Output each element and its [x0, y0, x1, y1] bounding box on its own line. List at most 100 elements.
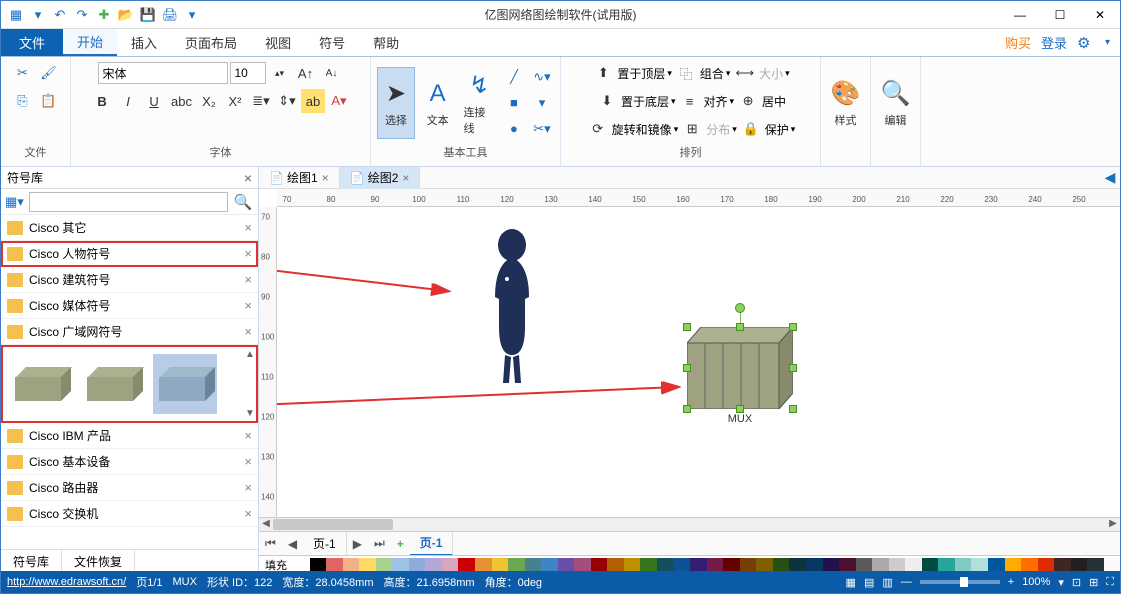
highlight-icon[interactable]: ab	[301, 89, 325, 113]
lib-close-icon[interactable]: ×	[244, 454, 252, 469]
status-url[interactable]: http://www.edrawsoft.cn/	[7, 576, 126, 588]
lib-close-icon[interactable]: ×	[244, 506, 252, 521]
superscript-icon[interactable]: X²	[223, 89, 247, 113]
bring-front-label[interactable]: 置于顶层	[617, 65, 665, 82]
color-swatch[interactable]	[1104, 558, 1121, 572]
settings-dropdown-icon[interactable]: ▾	[1105, 37, 1110, 48]
style-button[interactable]: 🎨 样式	[827, 67, 864, 139]
horizontal-scrollbar[interactable]: ◀ ▶	[259, 517, 1120, 531]
color-swatch[interactable]	[359, 558, 376, 572]
lib-shape-box2[interactable]	[81, 354, 145, 414]
settings-gear-icon[interactable]: ⚙	[1077, 34, 1095, 52]
rect-shape-icon[interactable]: ■	[502, 91, 526, 115]
zoom-dropdown-icon[interactable]: ▾	[1058, 576, 1064, 589]
sel-handle-s[interactable]	[736, 405, 744, 413]
search-input[interactable]	[29, 192, 228, 212]
protect-icon[interactable]: 🔒	[739, 117, 763, 141]
edit-button[interactable]: 🔍 编辑	[877, 67, 914, 139]
center-label[interactable]: 居中	[762, 93, 786, 110]
align-icon[interactable]: ≡	[677, 89, 701, 113]
color-swatch[interactable]	[1021, 558, 1038, 572]
add-page-icon[interactable]: +	[391, 537, 410, 551]
tab-symbol[interactable]: 符号	[305, 29, 359, 56]
sel-handle-e[interactable]	[789, 364, 797, 372]
distribute-icon[interactable]: ⊞	[680, 117, 704, 141]
doc-tab-1[interactable]: 📄绘图1×	[259, 167, 340, 189]
align-label[interactable]: 对齐	[703, 93, 727, 110]
font-size-stepper[interactable]: ▴▾	[268, 61, 292, 85]
color-swatch[interactable]	[723, 558, 740, 572]
drawing-canvas[interactable]: MUX	[277, 207, 1120, 517]
color-swatch[interactable]	[409, 558, 426, 572]
login-link[interactable]: 登录	[1041, 33, 1067, 52]
group-label[interactable]: 组合	[700, 65, 724, 82]
tab-insert[interactable]: 插入	[117, 29, 171, 56]
color-swatch[interactable]	[343, 558, 360, 572]
new-icon[interactable]: ✚	[95, 6, 113, 24]
rect-dropdown-icon[interactable]: ▾	[530, 91, 554, 115]
sel-handle-ne[interactable]	[789, 323, 797, 331]
color-swatch[interactable]	[492, 558, 509, 572]
scroll-up-icon[interactable]: ▲	[244, 349, 256, 360]
sel-handle-se[interactable]	[789, 405, 797, 413]
lib-item-cisco-people[interactable]: Cisco 人物符号×	[1, 241, 258, 267]
rotation-handle[interactable]	[735, 303, 745, 313]
rotate-icon[interactable]: ⟳	[586, 117, 610, 141]
view-mode-2-icon[interactable]: ▤	[864, 576, 874, 589]
underline-button[interactable]: U	[142, 89, 166, 113]
ellipse-shape-icon[interactable]: ●	[502, 117, 526, 141]
fullscreen-icon[interactable]: ⛶	[1106, 576, 1114, 589]
color-swatch[interactable]	[823, 558, 840, 572]
sel-handle-w[interactable]	[683, 364, 691, 372]
canvas-shape-woman[interactable]	[477, 227, 547, 387]
color-swatch[interactable]	[574, 558, 591, 572]
rotate-label[interactable]: 旋转和镜像	[612, 121, 672, 138]
sidebar-tab-recovery[interactable]: 文件恢复	[62, 550, 135, 573]
color-swatch[interactable]	[1005, 558, 1022, 572]
color-swatch[interactable]	[607, 558, 624, 572]
color-swatch[interactable]	[971, 558, 988, 572]
canvas-shape-mux-selected[interactable]: MUX	[687, 327, 793, 409]
library-picker-icon[interactable]: ▦▾	[5, 194, 25, 210]
color-swatch[interactable]	[640, 558, 657, 572]
text-tool-button[interactable]: A 文本	[419, 67, 457, 139]
fit-page-icon[interactable]: ⊡	[1072, 576, 1081, 589]
color-swatch[interactable]	[508, 558, 525, 572]
lib-item-cisco-basic[interactable]: Cisco 基本设备×	[1, 449, 258, 475]
lib-close-icon[interactable]: ×	[244, 324, 252, 339]
color-swatch[interactable]	[806, 558, 823, 572]
qat-grid-icon[interactable]: ▦	[7, 6, 25, 24]
tab-help[interactable]: 帮助	[359, 29, 413, 56]
lib-item-cisco-media[interactable]: Cisco 媒体符号×	[1, 293, 258, 319]
color-swatch[interactable]	[442, 558, 459, 572]
page-next-icon[interactable]: ▶	[347, 537, 368, 551]
lib-item-cisco-building[interactable]: Cisco 建筑符号×	[1, 267, 258, 293]
save-icon[interactable]: 💾	[139, 6, 157, 24]
color-swatch[interactable]	[922, 558, 939, 572]
distribute-label[interactable]: 分布	[706, 121, 730, 138]
sel-handle-n[interactable]	[736, 323, 744, 331]
group-icon[interactable]: ⿻	[674, 61, 698, 85]
view-mode-1-icon[interactable]: ▦	[846, 576, 856, 589]
color-swatch[interactable]	[392, 558, 409, 572]
scroll-left-icon[interactable]: ◀	[259, 518, 273, 531]
font-name-input[interactable]	[98, 62, 228, 84]
qat-more-icon[interactable]: ▾	[183, 6, 201, 24]
zoom-knob[interactable]	[960, 577, 968, 587]
lib-close-icon[interactable]: ×	[244, 246, 252, 261]
page-tab-active[interactable]: 页-1	[410, 532, 454, 556]
expand-right-panel-icon[interactable]: ◀	[1100, 169, 1120, 186]
doc-tab-close-icon[interactable]: ×	[402, 171, 409, 185]
curve-shape-icon[interactable]: ∿▾	[530, 65, 554, 89]
doc-tab-2[interactable]: 📄绘图2×	[340, 167, 421, 189]
color-swatch[interactable]	[591, 558, 608, 572]
zoom-slider[interactable]	[920, 580, 1000, 584]
cut-icon[interactable]: ✂	[11, 61, 35, 85]
lib-shape-box1[interactable]	[9, 354, 73, 414]
color-swatch[interactable]	[938, 558, 955, 572]
color-swatch[interactable]	[1071, 558, 1088, 572]
color-swatch[interactable]	[789, 558, 806, 572]
zoom-in-icon[interactable]: +	[1008, 576, 1014, 588]
doc-tab-close-icon[interactable]: ×	[322, 171, 329, 185]
lib-close-icon[interactable]: ×	[244, 480, 252, 495]
